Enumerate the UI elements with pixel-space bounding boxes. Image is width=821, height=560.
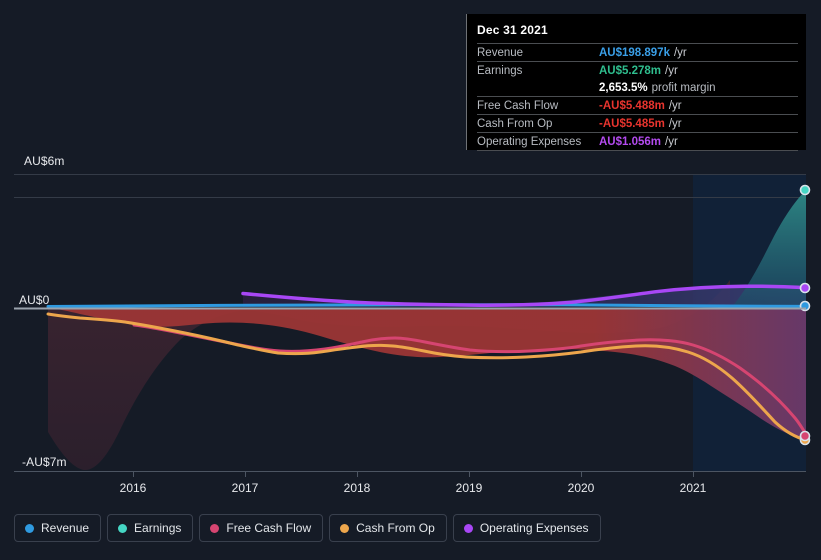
tooltip-date: Dec 31 2021 xyxy=(477,23,548,37)
endpoint-earnings xyxy=(799,184,811,196)
endpoint-operating-expenses xyxy=(799,282,811,294)
tooltip-value-revenue: AU$198.897k xyxy=(599,46,670,59)
tooltip-value-cash-from-op: -AU$5.485m xyxy=(599,117,665,130)
tooltip-unit-free-cash-flow: /yr xyxy=(668,99,682,112)
x-axis-label-2016: 2016 xyxy=(119,481,147,495)
legend-label-earnings: Earnings xyxy=(134,521,182,535)
x-axis-label-2018: 2018 xyxy=(343,481,371,495)
tooltip-value-earnings: AU$5.278m xyxy=(599,64,662,77)
tooltip-label-earnings: Earnings xyxy=(477,64,523,77)
tooltip-value-profit-margin: 2,653.5% xyxy=(599,81,648,94)
tooltip-row-free-cash-flow: Free Cash Flow -AU$5.488m /yr xyxy=(477,96,798,114)
tooltip-value-operating-expenses: AU$1.056m xyxy=(599,135,662,148)
legend-dot-cash-from-op xyxy=(340,523,350,533)
tooltip-label-free-cash-flow: Free Cash Flow xyxy=(477,99,559,112)
y-axis-label-top: AU$6m xyxy=(24,154,65,168)
legend-label-free-cash-flow: Free Cash Flow xyxy=(226,521,312,535)
legend-dot-operating-expenses xyxy=(463,523,473,533)
legend-label-operating-expenses: Operating Expenses xyxy=(479,521,589,535)
x-axis-label-2019: 2019 xyxy=(455,481,483,495)
tooltip-label-cash-from-op: Cash From Op xyxy=(477,117,553,130)
tooltip-row-cash-from-op: Cash From Op -AU$5.485m /yr xyxy=(477,114,798,132)
tooltip-unit-cash-from-op: /yr xyxy=(668,117,682,130)
legend-item-free-cash-flow[interactable]: Free Cash Flow xyxy=(199,514,324,542)
legend-dot-revenue xyxy=(25,523,34,533)
chart-legend: Revenue Earnings Free Cash Flow Cash Fro… xyxy=(14,514,601,542)
tooltip-value-free-cash-flow: -AU$5.488m xyxy=(599,99,665,112)
y-axis-label-bottom: -AU$7m xyxy=(22,455,67,469)
financial-chart: AU$6m AU$0 -AU$7m 2016 2017 2018 2019 20… xyxy=(0,0,821,560)
tooltip-unit-revenue: /yr xyxy=(673,46,687,59)
x-axis-label-2017: 2017 xyxy=(231,481,259,495)
tooltip-row-operating-expenses: Operating Expenses AU$1.056m /yr xyxy=(477,132,798,150)
legend-item-operating-expenses[interactable]: Operating Expenses xyxy=(452,514,601,542)
x-axis-label-2021: 2021 xyxy=(679,481,707,495)
legend-dot-free-cash-flow xyxy=(210,523,220,533)
y-axis-label-zero: AU$0 xyxy=(19,293,50,307)
chart-tooltip: Dec 31 2021 Revenue AU$198.897k /yr Earn… xyxy=(466,14,806,151)
tooltip-row-revenue: Revenue AU$198.897k /yr xyxy=(477,43,798,61)
tooltip-unit-operating-expenses: /yr xyxy=(665,135,678,148)
legend-label-cash-from-op: Cash From Op xyxy=(356,521,435,535)
tooltip-suffix-profit-margin: profit margin xyxy=(651,81,716,94)
tooltip-row-profit-margin: 2,653.5% profit margin xyxy=(477,79,798,96)
legend-dot-earnings xyxy=(118,523,128,533)
endpoint-free-cash-flow xyxy=(799,430,811,442)
tooltip-row-earnings: Earnings AU$5.278m /yr xyxy=(477,61,798,79)
x-axis-label-2020: 2020 xyxy=(567,481,595,495)
tooltip-bottom-rule xyxy=(477,150,798,151)
tooltip-unit-earnings: /yr xyxy=(665,64,678,77)
legend-label-revenue: Revenue xyxy=(41,521,90,535)
legend-item-revenue[interactable]: Revenue xyxy=(14,514,102,542)
legend-item-cash-from-op[interactable]: Cash From Op xyxy=(329,514,447,542)
legend-item-earnings[interactable]: Earnings xyxy=(107,514,194,542)
tooltip-label-operating-expenses: Operating Expenses xyxy=(477,135,582,148)
tooltip-label-revenue: Revenue xyxy=(477,46,524,59)
